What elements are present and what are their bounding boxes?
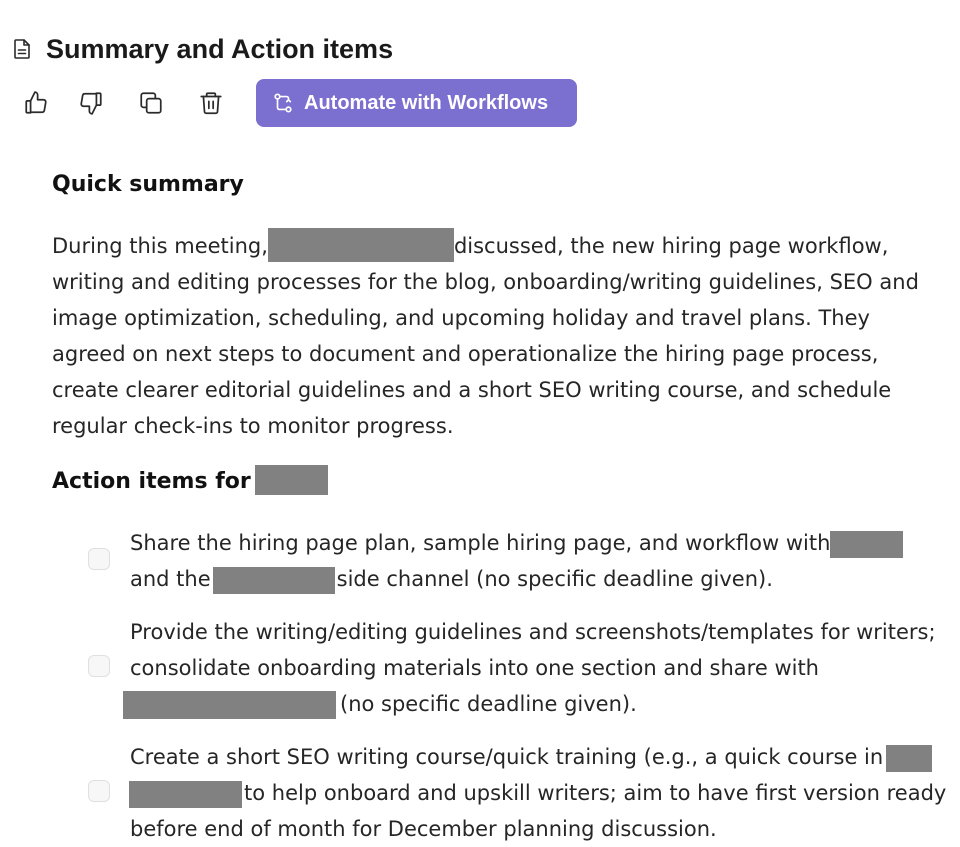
summary-text-start: During this meeting, (52, 234, 268, 258)
thumbs-up-icon (25, 91, 47, 114)
redacted-name (830, 530, 904, 558)
redacted-recipient (123, 691, 336, 719)
summary-text-rest: discussed, the new hiring page workflow,… (52, 234, 919, 438)
automate-workflows-button[interactable]: Automate with Workflows (256, 79, 577, 127)
action-items-heading-label: Action items for (52, 469, 251, 494)
action-item-text-part: Provide the writing/editing guidelines a… (130, 620, 936, 680)
action-item-checkbox[interactable] (88, 780, 110, 802)
page-title: Summary and Action items (46, 34, 394, 64)
action-item: Provide the writing/editing guidelines a… (88, 614, 948, 722)
redacted-channel-name (212, 566, 335, 594)
redacted-tool-name (129, 780, 242, 808)
like-button[interactable] (22, 88, 50, 118)
action-item-text: Provide the writing/editing guidelines a… (88, 614, 948, 722)
trash-icon (200, 92, 222, 115)
redacted-tool-name (886, 744, 933, 772)
delete-button[interactable] (197, 88, 225, 118)
workflow-icon (274, 93, 292, 113)
document-icon (14, 39, 30, 59)
action-item-text-part: (no specific deadline given). (340, 692, 637, 716)
action-item-text-part: side channel (no specific deadline given… (336, 567, 773, 591)
copy-button[interactable] (137, 88, 165, 118)
action-item-text: Create a short SEO writing course/quick … (88, 739, 948, 847)
action-items-heading: Action items for (52, 465, 328, 495)
quick-summary-heading: Quick summary (52, 172, 244, 197)
action-item: Share the hiring page plan, sample hirin… (88, 525, 948, 597)
copy-icon (140, 92, 162, 114)
redacted-participants (267, 228, 454, 262)
action-item-text: Share the hiring page plan, sample hirin… (88, 525, 948, 597)
action-item-text-part: to help onboard and upskill writers; aim… (130, 781, 947, 841)
redacted-person-name (254, 465, 328, 495)
action-item-text-part: and the (130, 567, 211, 591)
action-item-checkbox[interactable] (88, 548, 110, 570)
action-item: Create a short SEO writing course/quick … (88, 739, 948, 847)
action-item-checkbox[interactable] (88, 655, 110, 677)
dislike-button[interactable] (77, 88, 105, 118)
summary-text: During this meeting, discussed, the new h… (52, 228, 942, 444)
action-item-text-part: Share the hiring page plan, sample hirin… (130, 531, 831, 555)
action-item-text-part: Create a short SEO writing course/quick … (130, 745, 884, 769)
automate-workflows-label: Automate with Workflows (304, 91, 549, 114)
thumbs-down-icon (80, 92, 102, 115)
